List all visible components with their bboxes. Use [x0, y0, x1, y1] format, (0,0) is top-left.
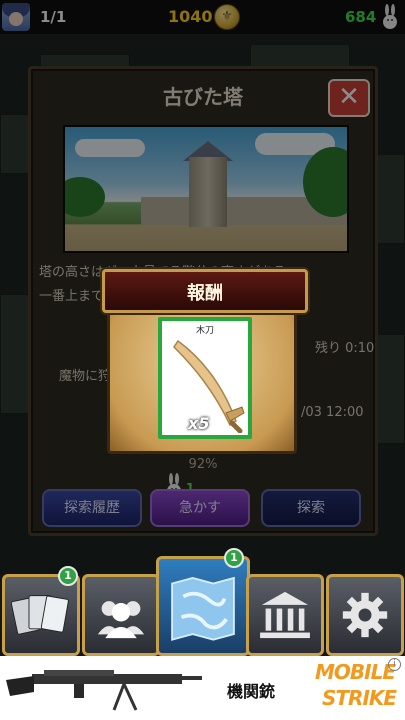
ad-banner[interactable]: 機関銃 MOBILE STRIKE i [0, 656, 405, 720]
nav-settings-button[interactable] [326, 574, 404, 656]
machine-gun-image [6, 670, 202, 711]
nav-cards-button[interactable] [2, 574, 80, 656]
reward-title: 報酬 [187, 283, 223, 304]
item-count: x5 [188, 414, 210, 433]
reward-dialog[interactable]: 報酬 木刀 x5 [102, 268, 308, 454]
gear-icon [342, 592, 388, 638]
bank-icon [260, 591, 310, 639]
cards-icon [10, 595, 69, 635]
ad-logo-line2: STRIKE [322, 686, 397, 710]
nav-party-button[interactable] [82, 574, 160, 656]
ad-info-icon[interactable]: i [388, 658, 401, 671]
reward-item-card: 木刀 x5 [158, 317, 252, 439]
map-icon [171, 576, 235, 641]
bottom-navigation: 1 1 [0, 548, 405, 656]
map-badge: 1 [224, 548, 244, 568]
party-icon [97, 601, 145, 639]
nav-bank-button[interactable] [246, 574, 324, 656]
nav-map-button[interactable] [156, 556, 250, 656]
ad-text: 機関銃 [227, 682, 276, 701]
ad-logo-line1: MOBILE [315, 660, 396, 684]
cards-badge: 1 [58, 566, 78, 586]
reward-banner: 報酬 [102, 269, 308, 313]
